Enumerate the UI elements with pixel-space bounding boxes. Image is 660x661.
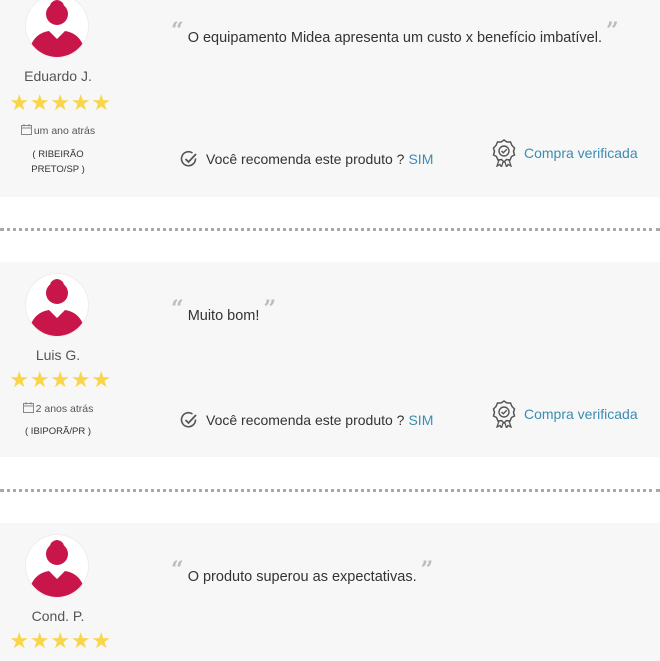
reviewer-name: Eduardo J. <box>24 68 92 84</box>
recommend-label: Você recomenda este produto ? <box>206 151 405 167</box>
star-icon: ★ <box>91 629 112 654</box>
review-date: 2 anos atrás <box>0 402 116 415</box>
user-avatar-icon <box>26 535 88 597</box>
open-quote-icon: “ <box>171 296 184 322</box>
star-icon: ★ <box>70 629 91 654</box>
star-icon: ★ <box>9 629 30 654</box>
verified-label: Compra verificada <box>524 145 638 161</box>
star-icon: ★ <box>50 368 71 393</box>
recommend-value: SIM <box>408 412 434 428</box>
review-text: “ Muito bom! ” <box>171 296 276 326</box>
review-date-text: 2 anos atrás <box>35 403 94 415</box>
open-quote-icon: “ <box>171 557 184 583</box>
star-icon: ★ <box>50 91 71 116</box>
review-divider <box>0 228 660 231</box>
reviewer-location: ( IBIPORÃ/PR ) <box>25 426 91 437</box>
recommendation: Você recomenda este produto ? SIM <box>180 150 433 168</box>
verified-purchase: Compra verificada <box>492 139 638 167</box>
verified-badge-icon <box>492 400 516 428</box>
review-card: Eduardo J. ★ ★ ★ ★ ★ um ano atrás ( RIBEIRÃO… <box>0 0 660 197</box>
close-quote-icon: ” <box>263 296 277 322</box>
star-rating: ★ ★ ★ ★ ★ <box>9 631 113 653</box>
star-icon: ★ <box>91 91 112 116</box>
verified-purchase: Compra verificada <box>492 400 638 428</box>
recommend-value: SIM <box>408 151 434 167</box>
star-rating: ★ ★ ★ ★ ★ <box>9 93 113 115</box>
star-icon: ★ <box>9 368 30 393</box>
check-circle-icon <box>180 411 197 428</box>
review-quote: O equipamento Midea apresenta um custo x… <box>187 30 602 46</box>
verified-label: Compra verificada <box>524 406 638 422</box>
star-icon: ★ <box>50 629 71 654</box>
review-card: Cond. P. ★ ★ ★ ★ ★ “ O produto superou as ex… <box>0 523 660 661</box>
review-divider <box>0 489 660 492</box>
close-quote-icon: ” <box>606 18 619 44</box>
calendar-icon <box>20 124 32 135</box>
star-rating: ★ ★ ★ ★ ★ <box>9 370 113 392</box>
verified-badge-icon <box>492 139 516 167</box>
close-quote-icon: ” <box>420 557 434 583</box>
review-card: Luis G. ★ ★ ★ ★ ★ 2 anos atrás ( IBIPORÃ/PR … <box>0 262 660 457</box>
review-text: “ O produto superou as expectativas. ” <box>171 557 433 587</box>
recommend-label: Você recomenda este produto ? <box>206 412 405 428</box>
star-icon: ★ <box>70 91 91 116</box>
user-avatar-icon <box>26 0 88 57</box>
star-icon: ★ <box>9 91 30 116</box>
star-icon: ★ <box>29 368 50 393</box>
recommendation: Você recomenda este produto ? SIM <box>180 411 433 429</box>
review-date: um ano atrás <box>0 124 116 137</box>
star-icon: ★ <box>29 91 50 116</box>
calendar-icon <box>22 402 34 413</box>
user-avatar-icon <box>26 274 88 336</box>
star-icon: ★ <box>70 368 91 393</box>
review-quote: O produto superou as expectativas. <box>187 569 417 585</box>
star-icon: ★ <box>29 629 50 654</box>
star-icon: ★ <box>91 368 112 393</box>
check-circle-icon <box>180 150 197 167</box>
reviewer-location: ( RIBEIRÃO PRETO/SP ) <box>31 149 85 175</box>
reviewer-name: Luis G. <box>35 347 81 363</box>
review-quote: Muito bom! <box>187 308 260 324</box>
open-quote-icon: “ <box>171 18 184 44</box>
review-text: “ O equipamento Midea apresenta um custo… <box>171 18 619 48</box>
reviewer-name: Cond. P. <box>31 608 85 624</box>
review-date-text: um ano atrás <box>33 125 96 137</box>
